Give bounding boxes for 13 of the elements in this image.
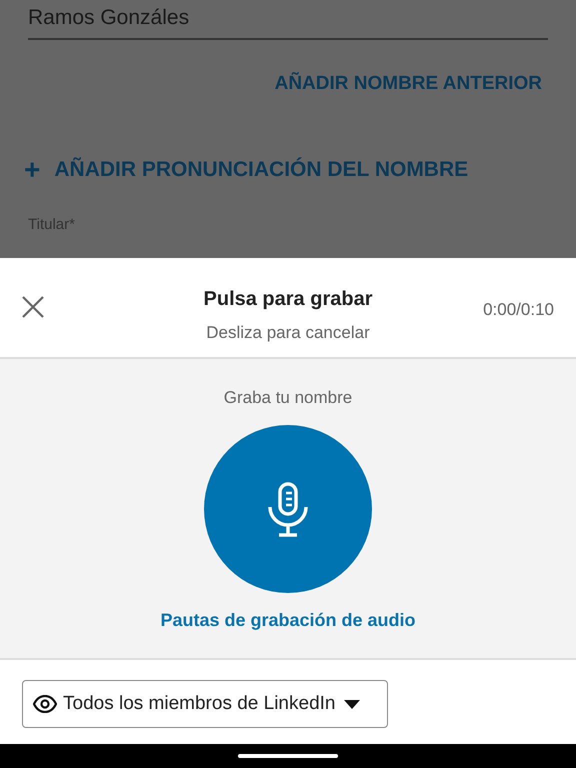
add-former-name-link[interactable]: AÑADIR NOMBRE ANTERIOR [274, 70, 542, 98]
sheet-title: Pulsa para grabar [204, 287, 372, 312]
last-name-field[interactable]: Ramos Gonzáles [28, 2, 548, 40]
visibility-dropdown[interactable]: Todos los miembros de LinkedIn [22, 680, 388, 728]
sheet-subtitle: Desliza para cancelar [206, 322, 370, 344]
record-prompt: Graba tu nombre [224, 387, 352, 409]
home-handle[interactable] [238, 754, 338, 758]
eye-icon [33, 695, 57, 713]
guidelines-link[interactable]: Pautas de grabación de audio [160, 606, 416, 634]
recording-timer: 0:00/0:10 [483, 299, 554, 321]
add-pronunciation-link[interactable]: + AÑADIR PRONUNCIACIÓN DEL NOMBRE [24, 154, 548, 186]
close-icon[interactable] [22, 296, 44, 318]
caret-icon [344, 700, 360, 708]
